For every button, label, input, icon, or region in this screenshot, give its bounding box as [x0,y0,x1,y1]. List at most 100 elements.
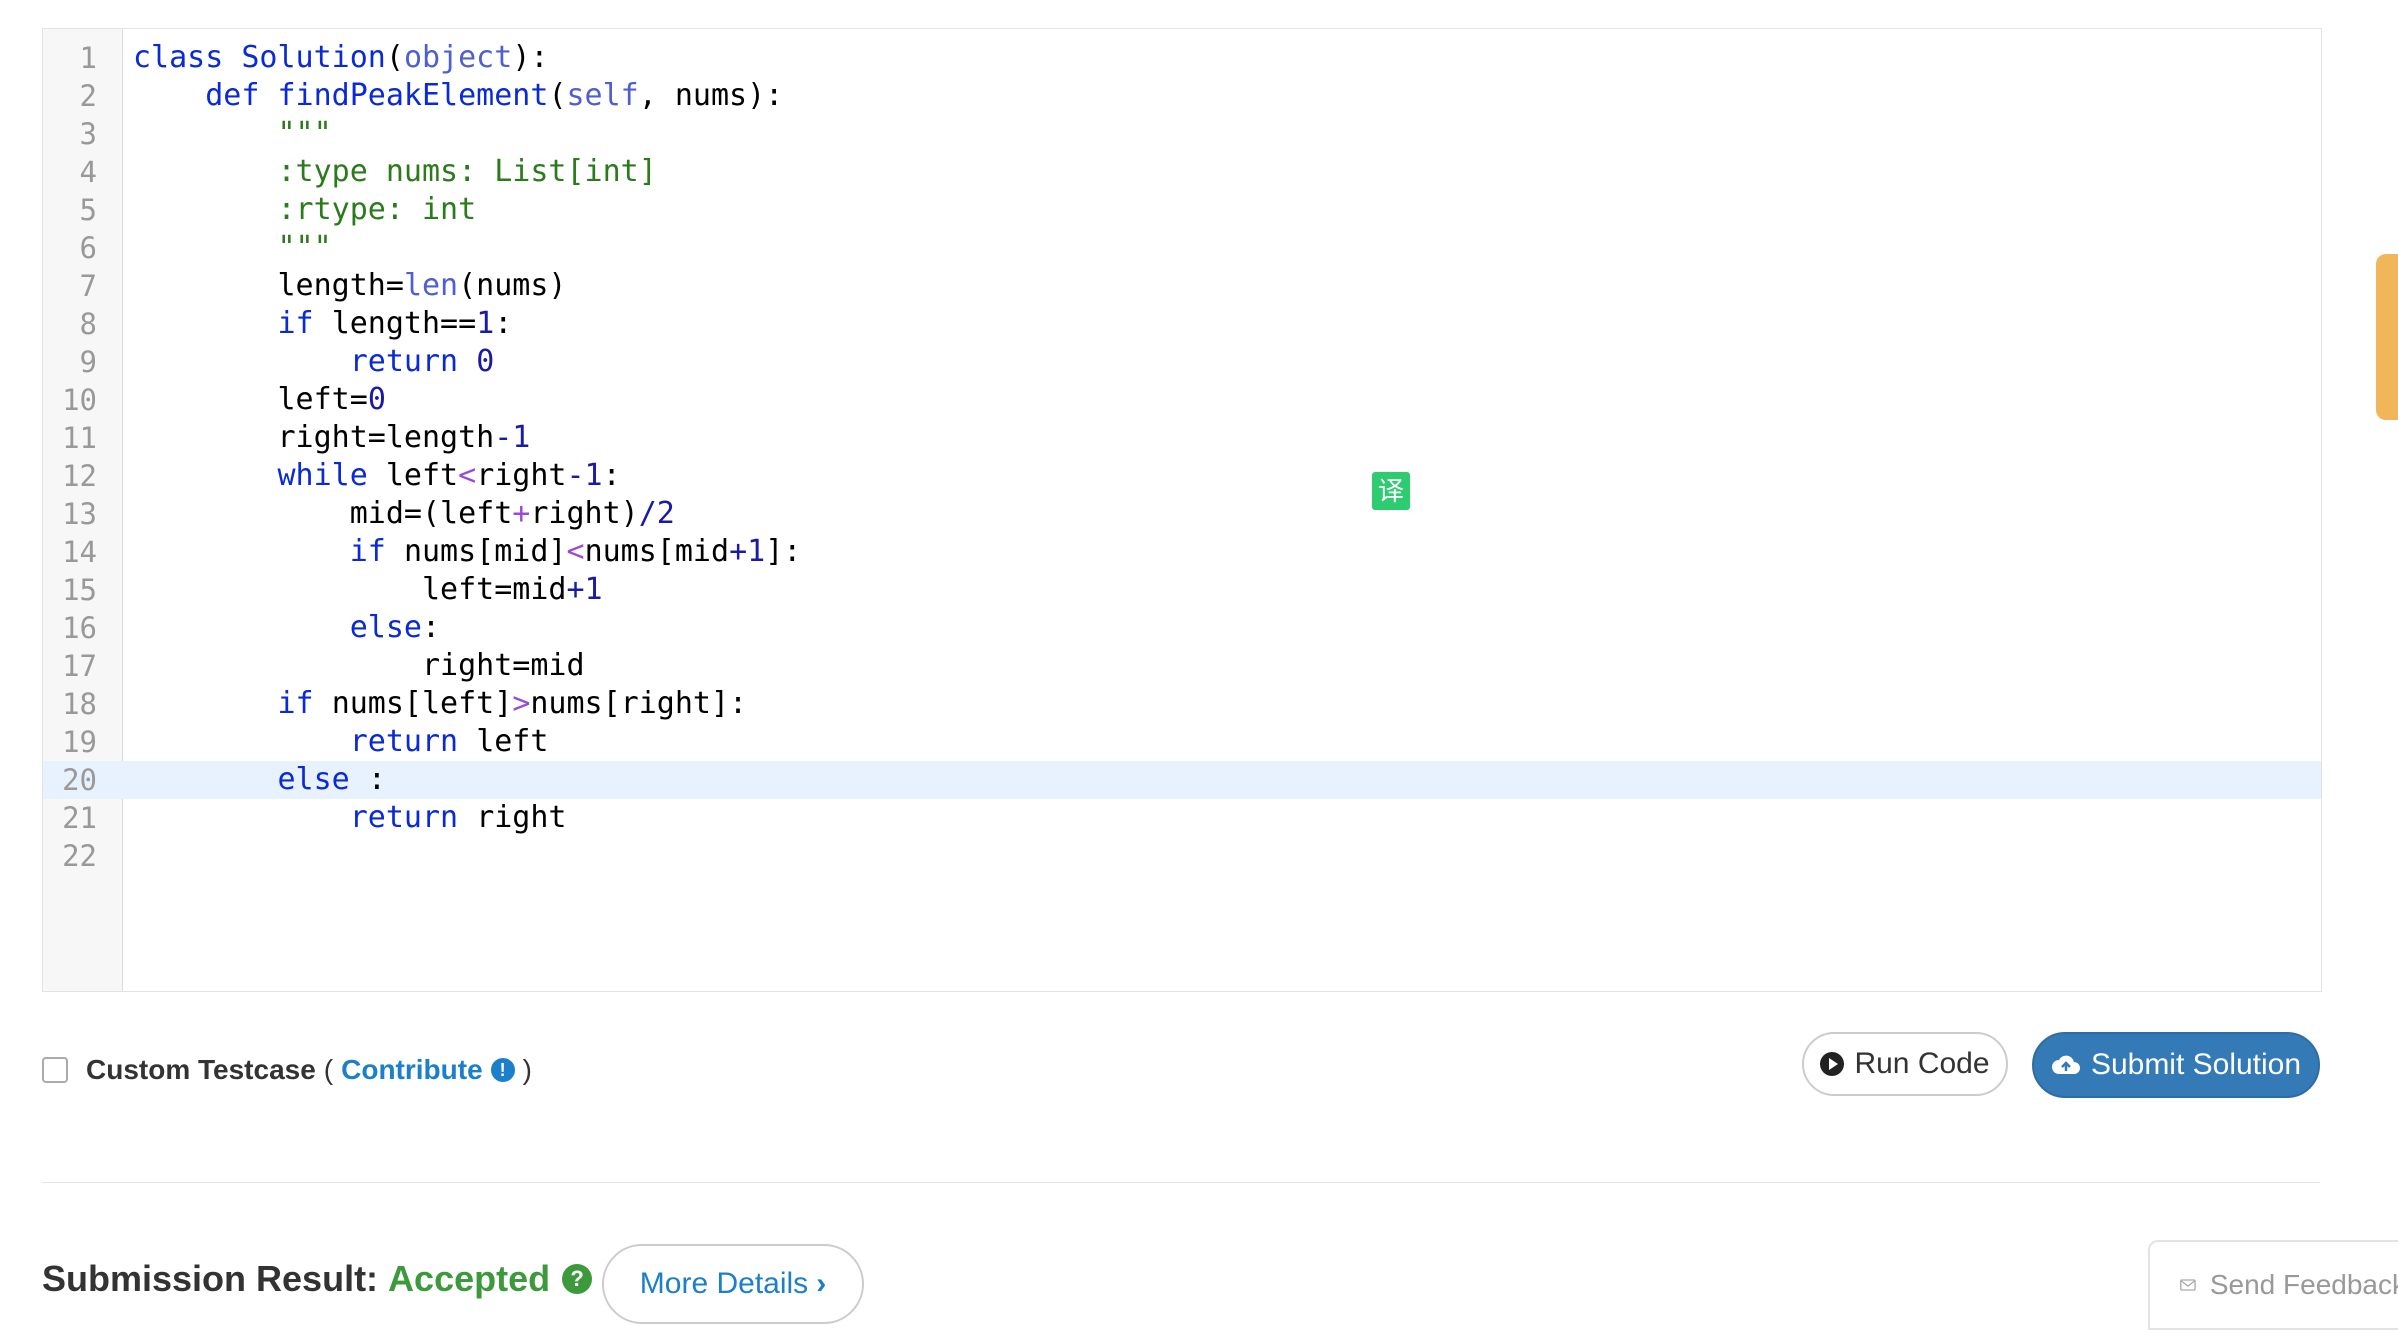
info-icon[interactable]: ! [490,1058,515,1082]
code-token: 0 [367,382,386,417]
code-token: , nums): [638,78,784,113]
send-feedback-button[interactable]: Send Feedback [2148,1240,2398,1330]
code-token: : [494,306,513,341]
more-details-button[interactable]: More Details › [602,1244,864,1324]
code-line[interactable]: 1 class Solution(object): [43,39,2321,77]
code-token: else [277,762,368,797]
code-text[interactable]: right=mid [133,647,585,685]
code-line[interactable]: 16 else: [43,609,2321,647]
code-text[interactable]: else : [133,761,386,799]
line-number: 18 [62,687,97,721]
code-text[interactable]: :type nums: List[int] [133,153,657,191]
code-line[interactable]: 4 :type nums: List[int] [43,153,2321,191]
code-line[interactable]: 2 def findPeakElement(self, nums): [43,77,2321,115]
code-line[interactable]: 7 length=len(nums) [43,267,2321,305]
code-token: object [403,40,513,75]
code-token: < [458,458,477,493]
line-number: 8 [79,307,97,341]
code-token: :type nums: List[int] [133,154,657,189]
code-line[interactable]: 12 while left<right-1: [43,457,2321,495]
line-number: 12 [62,459,97,493]
line-number: 21 [62,801,97,835]
submission-result-label: Submission Result: [42,1258,379,1299]
code-text[interactable]: right=length-1 [133,419,530,457]
question-icon[interactable]: ? [562,1264,593,1294]
code-text[interactable]: if nums[left]>nums[right]: [133,685,748,723]
code-line[interactable]: 20 else : [43,761,2321,799]
code-text[interactable]: return 0 [133,343,495,381]
line-number: 9 [79,345,97,379]
code-lines[interactable]: 1 class Solution(object): 2 def findPeakEl… [43,39,2321,875]
code-token: 1 [476,306,495,341]
code-token: -1 [494,420,531,455]
code-token: left [385,458,459,493]
code-line[interactable]: 11 right=length-1 [43,419,2321,457]
code-text[interactable]: if length==1: [133,305,513,343]
code-text[interactable]: if nums[mid]<nums[mid+1]: [133,533,802,571]
code-token: +1 [729,534,766,569]
run-code-label: Run Code [1854,1047,1990,1080]
code-text[interactable]: :rtype: int [133,191,476,229]
code-text[interactable]: else: [133,609,440,647]
code-token: if [349,534,404,569]
code-token: /2 [638,496,675,531]
code-text[interactable]: """ [133,229,332,267]
line-number: 17 [62,649,97,683]
code-token: +1 [566,572,603,607]
submit-solution-label: Submit Solution [2090,1048,2302,1081]
code-line[interactable]: 19 return left [43,723,2321,761]
code-editor[interactable]: 1 class Solution(object): 2 def findPeakEl… [42,28,2322,992]
code-line[interactable]: 21 return right [43,799,2321,837]
code-text[interactable]: """ [133,115,331,153]
code-token: ( [385,40,404,75]
line-number: 5 [79,193,97,227]
line-number: 16 [62,611,97,645]
code-line[interactable]: 9 return 0 [43,343,2321,381]
contribute-link[interactable]: Contribute [341,1054,483,1086]
code-token: """ [133,230,332,265]
code-text[interactable]: return left [133,723,549,761]
code-text[interactable]: left=mid+1 [133,571,603,609]
code-text[interactable]: class Solution(object): [133,39,548,77]
code-text[interactable]: left=0 [133,381,386,419]
run-code-button[interactable]: Run Code [1802,1032,2008,1096]
code-token: self [566,78,639,113]
code-line[interactable]: 18 if nums[left]>nums[right]: [43,685,2321,723]
code-line[interactable]: 6 """ [43,229,2321,267]
more-details-label: More Details [639,1267,809,1300]
code-token: right) [530,496,639,531]
submit-solution-button[interactable]: Submit Solution [2032,1032,2320,1098]
translate-icon[interactable]: 译 [1372,472,1410,510]
code-line[interactable]: 22 [43,837,2321,875]
code-token: > [512,686,531,721]
code-token: + [512,496,531,531]
code-text[interactable]: length=len(nums) [133,267,566,305]
code-text[interactable]: mid=(left+right)/2 [133,495,675,533]
custom-testcase-label: Custom Testcase [86,1054,316,1085]
code-text[interactable]: def findPeakElement(self, nums): [133,77,783,115]
open-paren: ( [323,1054,334,1085]
code-line[interactable]: 17 right=mid [43,647,2321,685]
code-line[interactable]: 14 if nums[mid]<nums[mid+1]: [43,533,2321,571]
custom-testcase-checkbox[interactable] [42,1057,68,1083]
code-text[interactable]: return right [133,799,567,837]
code-line[interactable]: 5 :rtype: int [43,191,2321,229]
side-tab-handle[interactable] [2376,254,2398,420]
code-token: nums[mid [584,534,730,569]
line-number: 4 [79,155,97,189]
line-number: 14 [62,535,97,569]
code-token: right=mid [133,648,585,683]
code-line[interactable]: 13 mid=(left+right)/2 [43,495,2321,533]
code-line[interactable]: 3 """ [43,115,2321,153]
code-line[interactable]: 8 if length==1: [43,305,2321,343]
line-number: 10 [62,383,97,417]
code-line[interactable]: 10 left=0 [43,381,2321,419]
code-token: return [349,724,477,759]
code-line[interactable]: 15 left=mid+1 [43,571,2321,609]
line-number: 2 [79,79,97,113]
code-text[interactable]: while left<right-1: [133,457,621,495]
